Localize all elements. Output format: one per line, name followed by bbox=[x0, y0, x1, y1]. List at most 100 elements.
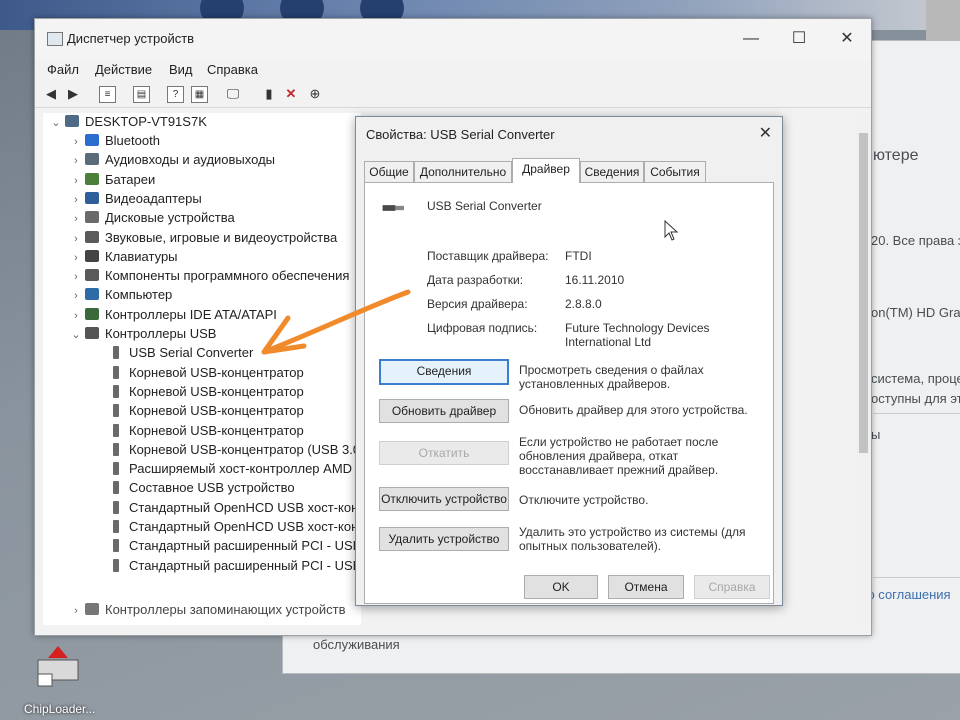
device-tree: ⌄ DESKTOP-VT91S7K › Bluetooth › Аудиовходы и… bbox=[43, 113, 361, 625]
tree-item-storage-controllers[interactable]: › Контроллеры запоминающих устройств bbox=[69, 601, 345, 619]
chevron-right-icon[interactable]: › bbox=[69, 287, 83, 305]
help-icon[interactable]: ? bbox=[167, 86, 184, 103]
tree-usb-device[interactable]: Корневой USB-концентратор (USB 3.0) bbox=[109, 441, 361, 459]
monitor-icon[interactable]: 🖵 bbox=[223, 84, 243, 104]
tree-category-label: Звуковые, игровые и видеоустройства bbox=[105, 229, 338, 245]
console-icon[interactable]: ▤ bbox=[133, 86, 150, 103]
usb-plug-icon bbox=[113, 442, 119, 456]
details-button[interactable]: Сведения bbox=[379, 359, 509, 385]
category-icon bbox=[85, 288, 99, 301]
tree-usb-device[interactable]: Расширяемый хост-контроллер AMD bbox=[109, 460, 352, 478]
maximize-button[interactable]: ☐ bbox=[779, 27, 819, 51]
tree-usb-device[interactable]: Корневой USB-концентратор bbox=[109, 422, 304, 440]
tree-category-label: Видеоадаптеры bbox=[105, 190, 202, 206]
driver-tab-pane: USB Serial Converter Поставщик драйвера:… bbox=[364, 182, 774, 604]
chevron-down-icon[interactable]: ⌄ bbox=[69, 326, 83, 344]
tree-usb-device[interactable]: Корневой USB-концентратор bbox=[109, 364, 304, 382]
tree-category[interactable]: › Видеоадаптеры bbox=[69, 190, 202, 208]
chevron-right-icon[interactable]: › bbox=[69, 230, 83, 248]
chiploader-icon[interactable] bbox=[34, 644, 82, 688]
tree-usb-device[interactable]: Составное USB устройство bbox=[109, 479, 295, 497]
menu-help[interactable]: Справка bbox=[207, 59, 258, 81]
update-driver-button[interactable]: Обновить драйвер bbox=[379, 399, 509, 423]
tree-root[interactable]: ⌄ DESKTOP-VT91S7K bbox=[49, 113, 206, 132]
rollback-button[interactable]: Откатить bbox=[379, 441, 509, 465]
uninstall-device-button[interactable]: Удалить устройство bbox=[379, 527, 509, 551]
ok-button[interactable]: OK bbox=[524, 575, 598, 599]
tree-category-label: Дисковые устройства bbox=[105, 210, 235, 226]
bg-text: 20. Все права за bbox=[871, 233, 960, 248]
chevron-right-icon[interactable]: › bbox=[69, 152, 83, 170]
device-manager-icon bbox=[47, 32, 63, 46]
chevron-right-icon[interactable]: › bbox=[69, 249, 83, 267]
tree-item-usb-serial-converter[interactable]: USB Serial Converter bbox=[109, 344, 253, 362]
category-icon bbox=[85, 153, 99, 166]
tree-category[interactable]: › Клавиатуры bbox=[69, 248, 177, 267]
tree-category[interactable]: › Контроллеры IDE ATA/ATAPI bbox=[69, 306, 277, 324]
cancel-button[interactable]: Отмена bbox=[608, 575, 684, 599]
minimize-button[interactable]: — bbox=[731, 27, 771, 51]
title-bar[interactable]: Диспетчер устройств — ☐ ✕ bbox=[35, 19, 871, 59]
tree-category[interactable]: ⌄ Контроллеры USB bbox=[69, 325, 216, 343]
field-value: 16.11.2010 bbox=[565, 273, 625, 287]
disable-device-button[interactable]: Отключить устройство bbox=[379, 487, 509, 511]
menu-view[interactable]: Вид bbox=[169, 59, 193, 81]
tab-general[interactable]: Общие bbox=[364, 161, 414, 182]
usb-plug-icon bbox=[113, 462, 119, 476]
tree-usb-device[interactable]: Стандартный OpenHCD USB хост-конт bbox=[109, 499, 361, 517]
desktop-icon-label[interactable]: ChipLoader... bbox=[24, 702, 95, 716]
tree-usb-device[interactable]: Стандартный расширенный PCI - USB bbox=[109, 557, 361, 575]
field-label: Дата разработки: bbox=[427, 273, 524, 287]
category-icon bbox=[85, 327, 99, 339]
update-driver-icon[interactable]: ▮ bbox=[259, 84, 279, 104]
tree-category[interactable]: › Bluetooth bbox=[69, 132, 160, 150]
tree-usb-device[interactable]: Корневой USB-концентратор bbox=[109, 402, 304, 420]
bg-link[interactable]: го соглашения bbox=[863, 587, 951, 602]
tree-category[interactable]: › Батареи bbox=[69, 171, 155, 189]
uninstall-x-icon[interactable]: ✕ bbox=[281, 84, 301, 104]
help-button[interactable]: Справка bbox=[694, 575, 770, 599]
usb-plug-icon bbox=[113, 558, 119, 572]
scrollbar-thumb[interactable] bbox=[859, 133, 868, 453]
tree-usb-device[interactable]: Корневой USB-концентратор bbox=[109, 383, 304, 401]
download-circle-icon[interactable]: ⊕ bbox=[305, 84, 325, 104]
close-button[interactable]: ✕ bbox=[827, 27, 867, 51]
tree-category[interactable]: › Дисковые устройства bbox=[69, 209, 235, 227]
tab-driver[interactable]: Драйвер bbox=[512, 158, 580, 183]
tree-category[interactable]: › Компоненты программного обеспечения bbox=[69, 267, 349, 285]
chevron-right-icon[interactable]: › bbox=[69, 210, 83, 228]
tab-advanced[interactable]: Дополнительно bbox=[414, 161, 512, 182]
scan-hardware-icon[interactable]: ▦ bbox=[191, 86, 208, 103]
forward-arrow-icon[interactable]: ▶ bbox=[63, 84, 83, 104]
chevron-right-icon[interactable]: › bbox=[69, 191, 83, 209]
usb-plug-icon bbox=[113, 346, 119, 360]
chevron-right-icon[interactable]: › bbox=[69, 268, 83, 286]
chevron-right-icon[interactable]: › bbox=[69, 602, 83, 620]
menu-file[interactable]: Файл bbox=[47, 59, 79, 81]
tree-scrollbar[interactable] bbox=[855, 113, 871, 625]
bg-text: ы bbox=[871, 427, 881, 442]
category-icon bbox=[85, 269, 99, 282]
tree-usb-device[interactable]: Стандартный OpenHCD USB хост-конт bbox=[109, 518, 361, 536]
tree-usb-device[interactable]: Стандартный расширенный PCI - USB bbox=[109, 537, 361, 555]
chevron-right-icon[interactable]: › bbox=[69, 133, 83, 151]
back-arrow-icon[interactable]: ◀ bbox=[41, 84, 61, 104]
tree-category[interactable]: › Компьютер bbox=[69, 286, 172, 304]
tree-category[interactable]: › Аудиовходы и аудиовыходы bbox=[69, 151, 275, 169]
usb-plug-icon bbox=[113, 539, 119, 553]
tab-events[interactable]: События bbox=[644, 161, 706, 182]
chevron-down-icon[interactable]: ⌄ bbox=[49, 114, 63, 132]
dialog-close-button[interactable]: ✕ bbox=[759, 123, 772, 143]
bg-divider bbox=[873, 577, 960, 578]
usb-plug-icon bbox=[113, 520, 119, 533]
usb-plug-icon bbox=[113, 404, 119, 418]
properties-icon[interactable]: ≡ bbox=[99, 86, 116, 103]
tree-category-label: Bluetooth bbox=[105, 133, 160, 148]
tree-category[interactable]: › Звуковые, игровые и видеоустройства bbox=[69, 229, 337, 247]
chevron-right-icon[interactable]: › bbox=[69, 172, 83, 190]
chevron-right-icon[interactable]: › bbox=[69, 307, 83, 325]
tab-details[interactable]: Сведения bbox=[580, 161, 644, 182]
menu-action[interactable]: Действие bbox=[95, 59, 152, 81]
tree-usb-device-label: Стандартный расширенный PCI - USB bbox=[129, 538, 361, 554]
update-driver-description: Обновить драйвер для этого устройства. bbox=[519, 403, 748, 417]
